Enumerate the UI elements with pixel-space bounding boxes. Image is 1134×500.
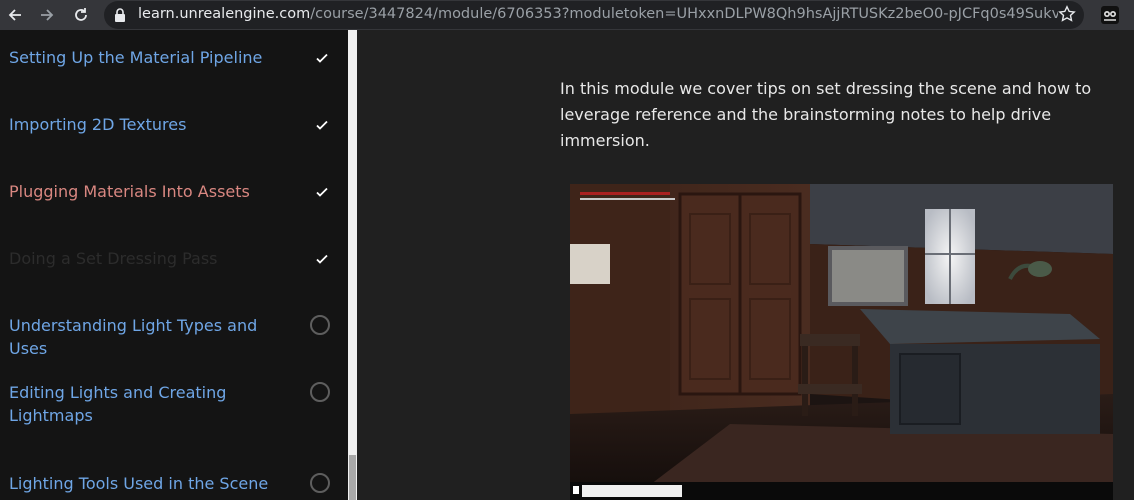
sidebar-scrollbar[interactable] xyxy=(348,30,357,500)
incomplete-circle-icon xyxy=(310,382,330,402)
lesson-item[interactable]: Importing 2D Textures xyxy=(0,113,348,137)
url-path: /course/3447824/module/6706353?moduletok… xyxy=(310,6,1058,22)
arrow-right-icon xyxy=(41,9,54,21)
lesson-title[interactable]: Editing Lights and Creating Lightmaps xyxy=(9,381,269,427)
lesson-title[interactable]: Plugging Materials Into Assets xyxy=(9,180,299,203)
lesson-item[interactable]: Editing Lights and Creating Lightmaps xyxy=(0,381,348,429)
url-text[interactable]: learn.unrealengine.com/course/3447824/mo… xyxy=(138,6,1058,22)
module-content: In this module we cover tips on set dres… xyxy=(357,30,1134,500)
checkmark-icon xyxy=(316,120,328,130)
extension-icon[interactable] xyxy=(1100,5,1120,25)
arrow-left-icon xyxy=(8,9,21,21)
lesson-item[interactable]: Understanding Light Types and Uses xyxy=(0,314,348,358)
lesson-title[interactable]: Doing a Set Dressing Pass xyxy=(9,247,299,270)
office-scene-illustration xyxy=(570,184,1113,500)
lesson-title[interactable]: Setting Up the Material Pipeline xyxy=(9,46,299,69)
back-button[interactable] xyxy=(4,4,26,26)
sidebar-scrollbar-thumb[interactable] xyxy=(349,455,356,500)
lesson-item-active[interactable]: Plugging Materials Into Assets xyxy=(0,180,348,204)
checkmark-icon xyxy=(316,254,328,264)
address-bar[interactable]: learn.unrealengine.com/course/3447824/mo… xyxy=(104,1,1084,29)
lesson-item-current[interactable]: Doing a Set Dressing Pass xyxy=(0,247,348,271)
reload-icon xyxy=(75,8,87,21)
lesson-title[interactable]: Understanding Light Types and Uses xyxy=(9,314,299,360)
bookmark-star-icon[interactable] xyxy=(1058,5,1076,23)
lesson-title[interactable]: Importing 2D Textures xyxy=(9,113,299,136)
browser-toolbar: learn.unrealengine.com/course/3447824/mo… xyxy=(0,0,1134,30)
lesson-sidebar: Setting Up the Material Pipeline Importi… xyxy=(0,30,348,500)
lesson-item[interactable]: Setting Up the Material Pipeline xyxy=(0,46,348,70)
incomplete-circle-icon xyxy=(310,473,330,493)
lock-icon[interactable] xyxy=(114,8,126,22)
url-host: learn.unrealengine.com xyxy=(138,6,311,22)
incomplete-circle-icon xyxy=(310,315,330,335)
forward-button[interactable] xyxy=(36,4,58,26)
lesson-item[interactable]: Lighting Tools Used in the Scene xyxy=(0,472,348,496)
checkmark-icon xyxy=(316,187,328,197)
module-description: In this module we cover tips on set dres… xyxy=(560,79,1092,150)
checkmark-icon xyxy=(316,53,328,63)
reload-button[interactable] xyxy=(70,4,92,26)
module-preview-image xyxy=(570,184,1113,500)
lesson-title[interactable]: Lighting Tools Used in the Scene xyxy=(9,472,299,495)
